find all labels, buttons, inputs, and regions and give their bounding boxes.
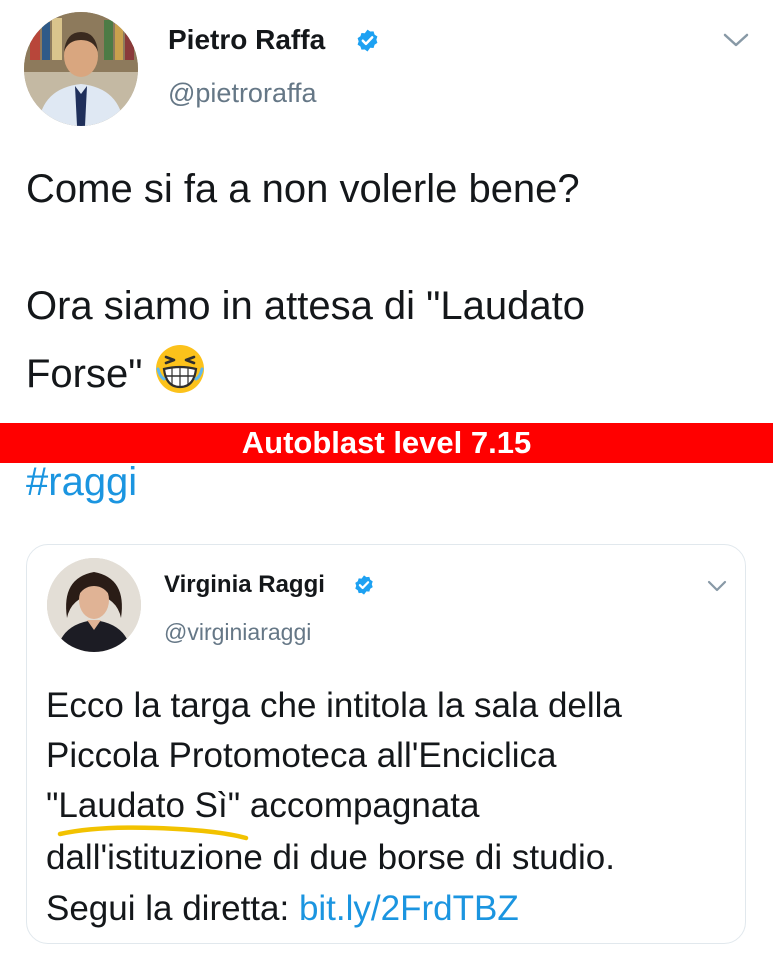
tweet-text-line: Ora siamo in attesa di "Laudato xyxy=(26,284,585,328)
chevron-down-icon[interactable] xyxy=(722,30,750,50)
hashtag-link[interactable]: #raggi xyxy=(26,462,137,502)
verified-badge-icon xyxy=(357,29,378,52)
tweet-text-fragment: Forse" xyxy=(26,352,143,396)
grinning-squinting-face-emoji xyxy=(156,345,205,393)
chevron-down-icon[interactable] xyxy=(706,578,728,594)
quoted-author-avatar[interactable] xyxy=(47,558,141,652)
quoted-text-fragment: Segui la diretta: xyxy=(46,889,299,928)
author-handle[interactable]: @pietroraffa xyxy=(168,78,317,109)
avatar-photo xyxy=(24,12,138,126)
quoted-text-line: Piccola Protomoteca all'Enciclica xyxy=(46,736,557,775)
verified-badge-icon xyxy=(355,575,373,595)
author-avatar[interactable] xyxy=(24,12,138,126)
quoted-text-line-with-link: Segui la diretta: bit.ly/2FrdTBZ xyxy=(46,891,519,926)
quoted-author-handle[interactable]: @virginiaraggi xyxy=(164,619,311,646)
quoted-text-line: "Laudato Sì" accompagnata xyxy=(46,786,480,825)
avatar-photo xyxy=(47,558,141,652)
author-name[interactable]: Pietro Raffa xyxy=(168,24,325,56)
quoted-text-line: Ecco la targa che intitola la sala della xyxy=(46,686,622,725)
quoted-text-line: dall'istituzione di due borse di studio. xyxy=(46,838,615,877)
quoted-author-name[interactable]: Virginia Raggi xyxy=(164,571,325,599)
tweet-text-line: Come si fa a non volerle bene? xyxy=(26,167,580,211)
tweet-text-line-with-emoji: Forse" xyxy=(26,343,206,395)
tweet-link[interactable]: bit.ly/2FrdTBZ xyxy=(299,889,519,928)
overlay-banner: Autoblast level 7.15 xyxy=(0,423,773,463)
